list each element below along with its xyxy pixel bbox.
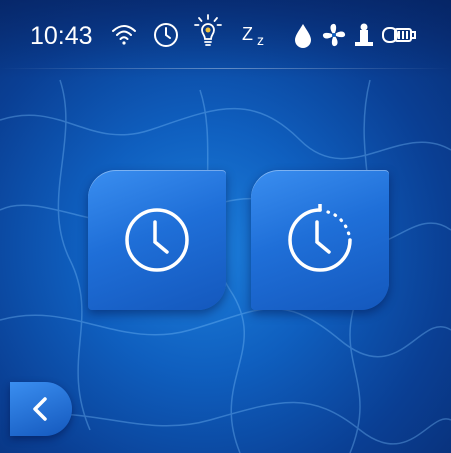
svg-text:Z: Z — [242, 24, 253, 44]
wifi-icon — [110, 21, 138, 49]
light-bulb-icon — [193, 14, 223, 48]
clock-icon — [125, 208, 189, 272]
clock-time: 10:43 — [30, 22, 93, 50]
fan-icon — [320, 21, 348, 49]
sleep-icon: Z z — [242, 21, 274, 49]
schedule-clock-button[interactable] — [88, 170, 226, 310]
back-button[interactable] — [10, 382, 72, 436]
pump-icon — [381, 21, 417, 49]
svg-text:z: z — [257, 32, 264, 48]
timer-icon — [288, 204, 352, 272]
chevron-left-icon — [33, 397, 47, 421]
fountain-icon — [350, 21, 378, 49]
status-bar: 10:43 Z z — [0, 0, 451, 78]
water-drop-icon — [292, 21, 314, 49]
status-bar-divider — [0, 68, 451, 69]
timer-button[interactable] — [251, 170, 389, 310]
clock-icon — [152, 21, 180, 49]
